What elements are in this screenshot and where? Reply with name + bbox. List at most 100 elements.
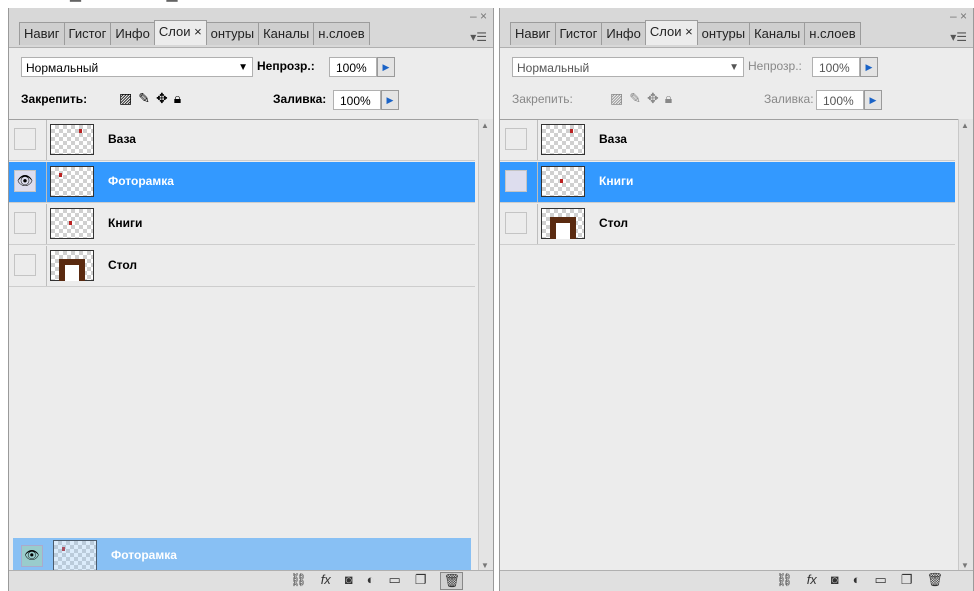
mask-icon[interactable]: ◙ xyxy=(345,572,353,590)
fx-icon[interactable]: fx xyxy=(321,572,331,590)
lock-label: Закрепить: xyxy=(512,92,573,106)
lock-all-icon[interactable]: 🔒︎ xyxy=(174,90,181,107)
layer-row-selected[interactable]: 👁︎ Фоторамка xyxy=(9,162,475,203)
tab-info[interactable]: Инфо xyxy=(601,22,646,45)
layer-thumbnail xyxy=(541,208,585,239)
scroll-up-icon[interactable]: ▲ xyxy=(481,121,489,130)
eye-icon[interactable]: 👁︎ xyxy=(14,170,36,192)
blend-mode-select[interactable]: Нормальный ▼ xyxy=(512,57,744,77)
layers-list: Ваза Книги Стол xyxy=(500,119,973,575)
layer-thumbnail xyxy=(53,540,97,571)
visibility-toggle[interactable] xyxy=(505,128,527,150)
lock-brush-icon[interactable]: ✎ xyxy=(138,90,150,107)
trash-icon[interactable]: 🗑︎ xyxy=(926,572,943,588)
layers-scrollbar[interactable]: ▲ ▼ xyxy=(478,119,493,574)
opacity-label: Непрозр.: xyxy=(748,59,802,73)
new-layer-icon[interactable]: ❐ xyxy=(901,572,913,588)
folder-icon[interactable]: ▭ xyxy=(875,572,887,588)
panel-menu-icon[interactable]: ▾☰ xyxy=(950,30,967,44)
layer-name: Ваза xyxy=(108,132,136,146)
layer-thumbnail xyxy=(541,166,585,197)
tab-navigator[interactable]: Навиг xyxy=(510,22,556,45)
panel-menu-icon[interactable]: ▾☰ xyxy=(470,30,487,44)
visibility-toggle[interactable] xyxy=(505,170,527,192)
link-layers-icon[interactable]: ⛓ xyxy=(290,572,307,590)
scroll-down-icon[interactable]: ▼ xyxy=(481,561,489,570)
layer-thumbnail xyxy=(50,166,94,197)
fill-label: Заливка: xyxy=(273,92,327,106)
tab-layer-comps[interactable]: н.слоев xyxy=(313,22,370,45)
layer-name: Фоторамка xyxy=(108,174,174,188)
lock-transparent-icon[interactable]: ▨ xyxy=(610,90,623,107)
lock-transparent-icon[interactable]: ▨ xyxy=(119,90,132,107)
layer-thumbnail xyxy=(50,250,94,281)
layers-list: Ваза 👁︎ Фоторамка Книги Стол 👁︎ Фоторамк… xyxy=(9,119,493,575)
eye-icon: 👁︎ xyxy=(21,545,43,567)
tab-channels[interactable]: Каналы xyxy=(258,22,315,45)
layer-row[interactable]: Стол xyxy=(500,204,955,245)
lock-label: Закрепить: xyxy=(21,92,88,106)
mask-icon[interactable]: ◙ xyxy=(831,572,839,588)
opacity-slider-button[interactable]: ▶ xyxy=(377,57,395,77)
layer-thumbnail xyxy=(50,124,94,155)
panel-tab-bar: Навиг Гистог Инфо Слои × онтуры Каналы н… xyxy=(9,8,493,48)
blend-mode-value: Нормальный xyxy=(517,61,590,75)
adjustment-icon[interactable]: ◐ xyxy=(367,572,375,590)
tab-layers[interactable]: Слои × xyxy=(153,20,207,45)
lock-move-icon[interactable]: ✥ xyxy=(156,90,168,107)
layers-scrollbar[interactable]: ▲ ▼ xyxy=(958,119,973,574)
tab-paths[interactable]: онтуры xyxy=(205,22,260,45)
tab-info[interactable]: Инфо xyxy=(110,22,155,45)
lock-all-icon[interactable]: 🔒︎ xyxy=(665,90,672,107)
fill-input[interactable]: 100% xyxy=(816,90,864,110)
visibility-toggle[interactable] xyxy=(14,128,36,150)
tab-paths[interactable]: онтуры xyxy=(696,22,751,45)
fill-input[interactable]: 100% xyxy=(333,90,381,110)
tab-layer-comps[interactable]: н.слоев xyxy=(804,22,861,45)
visibility-toggle[interactable] xyxy=(14,254,36,276)
link-layers-icon[interactable]: ⛓ xyxy=(776,572,793,588)
new-layer-icon[interactable]: ❐ xyxy=(415,572,427,590)
panel-close-icon[interactable]: – × xyxy=(470,9,487,23)
adjustment-icon[interactable]: ◐ xyxy=(853,572,861,588)
blend-mode-value: Нормальный xyxy=(26,61,99,75)
fill-slider-button[interactable]: ▶ xyxy=(381,90,399,110)
layer-thumbnail xyxy=(541,124,585,155)
tab-histogram[interactable]: Гистог xyxy=(63,22,112,45)
tab-layers[interactable]: Слои × xyxy=(644,20,698,45)
layer-name: Книги xyxy=(108,216,143,230)
layer-row-selected[interactable]: Книги xyxy=(500,162,955,203)
layer-row[interactable]: Ваза xyxy=(9,120,475,161)
layer-name: Ваза xyxy=(599,132,627,146)
dropdown-arrow-icon: ▼ xyxy=(729,62,739,73)
blend-mode-select[interactable]: Нормальный ▼ xyxy=(21,57,253,77)
lock-move-icon[interactable]: ✥ xyxy=(647,90,659,107)
layer-name: Фоторамка xyxy=(111,548,177,562)
fill-label: Заливка: xyxy=(764,92,814,106)
opacity-input[interactable]: 100% xyxy=(329,57,377,77)
layer-row[interactable]: Книги xyxy=(9,204,475,245)
panel-bottom-toolbar: ⛓ fx ◙ ◐ ▭ ❐ 🗑︎ xyxy=(500,570,973,591)
opacity-input[interactable]: 100% xyxy=(812,57,860,77)
layer-row[interactable]: Ваза xyxy=(500,120,955,161)
layer-name: Книги xyxy=(599,174,634,188)
dragging-layer-ghost[interactable]: 👁︎ Фоторамка xyxy=(13,538,471,572)
scroll-down-icon[interactable]: ▼ xyxy=(961,561,969,570)
trash-icon[interactable]: 🗑︎ xyxy=(440,572,463,590)
lock-brush-icon[interactable]: ✎ xyxy=(629,90,641,107)
fx-icon[interactable]: fx xyxy=(807,572,817,588)
folder-icon[interactable]: ▭ xyxy=(389,572,401,590)
visibility-toggle[interactable] xyxy=(505,212,527,234)
tab-channels[interactable]: Каналы xyxy=(749,22,806,45)
panel-close-icon[interactable]: – × xyxy=(950,9,967,23)
opacity-slider-button[interactable]: ▶ xyxy=(860,57,878,77)
tab-navigator[interactable]: Навиг xyxy=(19,22,65,45)
layer-row[interactable]: Стол xyxy=(9,246,475,287)
dropdown-arrow-icon: ▼ xyxy=(238,62,248,73)
visibility-toggle[interactable] xyxy=(14,212,36,234)
tab-histogram[interactable]: Гистог xyxy=(554,22,603,45)
scroll-up-icon[interactable]: ▲ xyxy=(961,121,969,130)
opacity-label: Непрозр.: xyxy=(257,59,315,73)
panel-bottom-toolbar: ⛓ fx ◙ ◐ ▭ ❐ 🗑︎ xyxy=(9,570,493,591)
fill-slider-button[interactable]: ▶ xyxy=(864,90,882,110)
